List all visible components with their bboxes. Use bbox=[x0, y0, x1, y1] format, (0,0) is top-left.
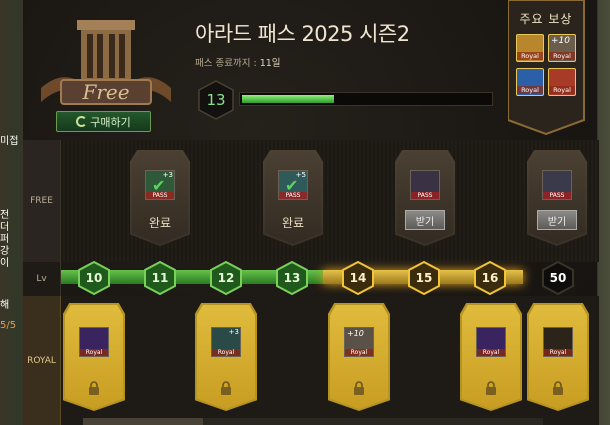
claimed-label: 완료 bbox=[281, 216, 305, 230]
level-node-14: 14 bbox=[341, 260, 375, 296]
golden-scroll-icon[interactable]: Royal bbox=[516, 34, 544, 62]
free-reward-card-11[interactable]: +3 ✔ PASS 완료 bbox=[130, 150, 190, 246]
side-text: 퍼 bbox=[0, 234, 10, 245]
currency-icon bbox=[76, 116, 88, 127]
main-rewards-panel: 주요 보상 Royal +10 Royal Royal Royal bbox=[508, 0, 596, 135]
plus10-enhance-icon[interactable]: +10 Royal bbox=[548, 34, 576, 62]
level-node-16: 16 bbox=[473, 260, 507, 296]
buy-pass-label: 구매하기 bbox=[90, 115, 131, 129]
enhance-overlay: +10 bbox=[551, 36, 570, 46]
free-tower-emblem-icon: Free bbox=[41, 20, 171, 105]
royal-reward-card-14[interactable]: +10 Royal bbox=[328, 303, 390, 411]
royal-reward-card-50[interactable]: Royal bbox=[527, 303, 589, 411]
remaining-days: 11일 bbox=[259, 58, 281, 69]
current-level-value: 13 bbox=[206, 91, 226, 109]
royal-row-label: ROYAL bbox=[23, 296, 61, 425]
side-text: 강 bbox=[0, 246, 10, 257]
side-text: 미접 bbox=[0, 136, 19, 147]
red-card-icon[interactable]: Royal bbox=[548, 68, 576, 96]
lock-icon bbox=[89, 381, 99, 395]
side-text: 전 bbox=[0, 210, 10, 221]
arad-pass-window: Free 구매하기 아라드 패스 2025 시즌2 패스 종료까지 : 11일 … bbox=[22, 0, 599, 425]
free-reward-card-15[interactable]: PASS 받기 bbox=[395, 150, 455, 246]
blue-gem-icon[interactable]: Royal bbox=[516, 68, 544, 96]
level-progress-bar bbox=[239, 92, 493, 106]
lock-icon bbox=[553, 381, 563, 395]
free-reward-card-13[interactable]: +5 ✔ PASS 완료 bbox=[263, 150, 323, 246]
lock-icon bbox=[486, 381, 496, 395]
current-level-badge: 13 bbox=[196, 80, 236, 120]
purple-box-icon: Royal bbox=[79, 327, 109, 357]
royal-reward-card-16[interactable]: Royal bbox=[460, 303, 522, 411]
lock-icon bbox=[354, 381, 364, 395]
level-node-13: 13 bbox=[275, 260, 309, 296]
main-rewards-title: 주요 보상 bbox=[519, 12, 573, 26]
background-game-chat: 미접 전 더 퍼 강 이 해 5/5 bbox=[0, 0, 22, 425]
side-text: 이 bbox=[0, 258, 10, 269]
pass-box-icon: PASS bbox=[410, 170, 440, 200]
buy-pass-button[interactable]: 구매하기 bbox=[56, 111, 151, 132]
claim-button[interactable]: 받기 bbox=[537, 210, 577, 230]
pass-title: 아라드 패스 2025 시즌2 bbox=[195, 22, 410, 46]
royal-reward-card-12[interactable]: +3 Royal bbox=[195, 303, 257, 411]
emblem-label: Free bbox=[81, 80, 129, 104]
pass-box-icon: PASS bbox=[542, 170, 572, 200]
lock-icon bbox=[221, 381, 231, 395]
plus10-enhance-icon: +10 Royal bbox=[344, 327, 374, 357]
dark-chest-icon: Royal bbox=[543, 327, 573, 357]
pass-header: Free 구매하기 아라드 패스 2025 시즌2 패스 종료까지 : 11일 … bbox=[23, 0, 599, 140]
green-potion-icon: +3 Royal bbox=[211, 327, 241, 357]
side-text: 더 bbox=[0, 222, 10, 233]
level-row-label: Lv bbox=[23, 262, 61, 296]
level-node-10: 10 bbox=[77, 260, 111, 296]
free-row-label: FREE bbox=[23, 140, 61, 262]
level-node-11: 11 bbox=[143, 260, 177, 296]
free-reward-card-50[interactable]: PASS 받기 bbox=[527, 150, 587, 246]
purple-box-icon: Royal bbox=[476, 327, 506, 357]
side-text: 해 bbox=[0, 300, 10, 311]
level-progress-fill bbox=[242, 95, 334, 103]
remaining-label: 패스 종료까지 : bbox=[195, 58, 257, 69]
pass-box-icon: +3 ✔ PASS bbox=[145, 170, 175, 200]
level-node-15: 15 bbox=[407, 260, 441, 296]
pass-box-icon: +5 ✔ PASS bbox=[278, 170, 308, 200]
horizontal-scrollbar[interactable] bbox=[83, 418, 543, 425]
royal-reward-card-10[interactable]: Royal bbox=[63, 303, 125, 411]
pass-remaining: 패스 종료까지 : 11일 bbox=[195, 55, 281, 69]
level-node-12: 12 bbox=[209, 260, 243, 296]
claim-button[interactable]: 받기 bbox=[405, 210, 445, 230]
claimed-label: 완료 bbox=[148, 216, 172, 230]
side-text: 5/5 bbox=[0, 320, 17, 331]
level-node-50: 50 bbox=[541, 260, 575, 296]
scrollbar-thumb[interactable] bbox=[83, 418, 203, 425]
